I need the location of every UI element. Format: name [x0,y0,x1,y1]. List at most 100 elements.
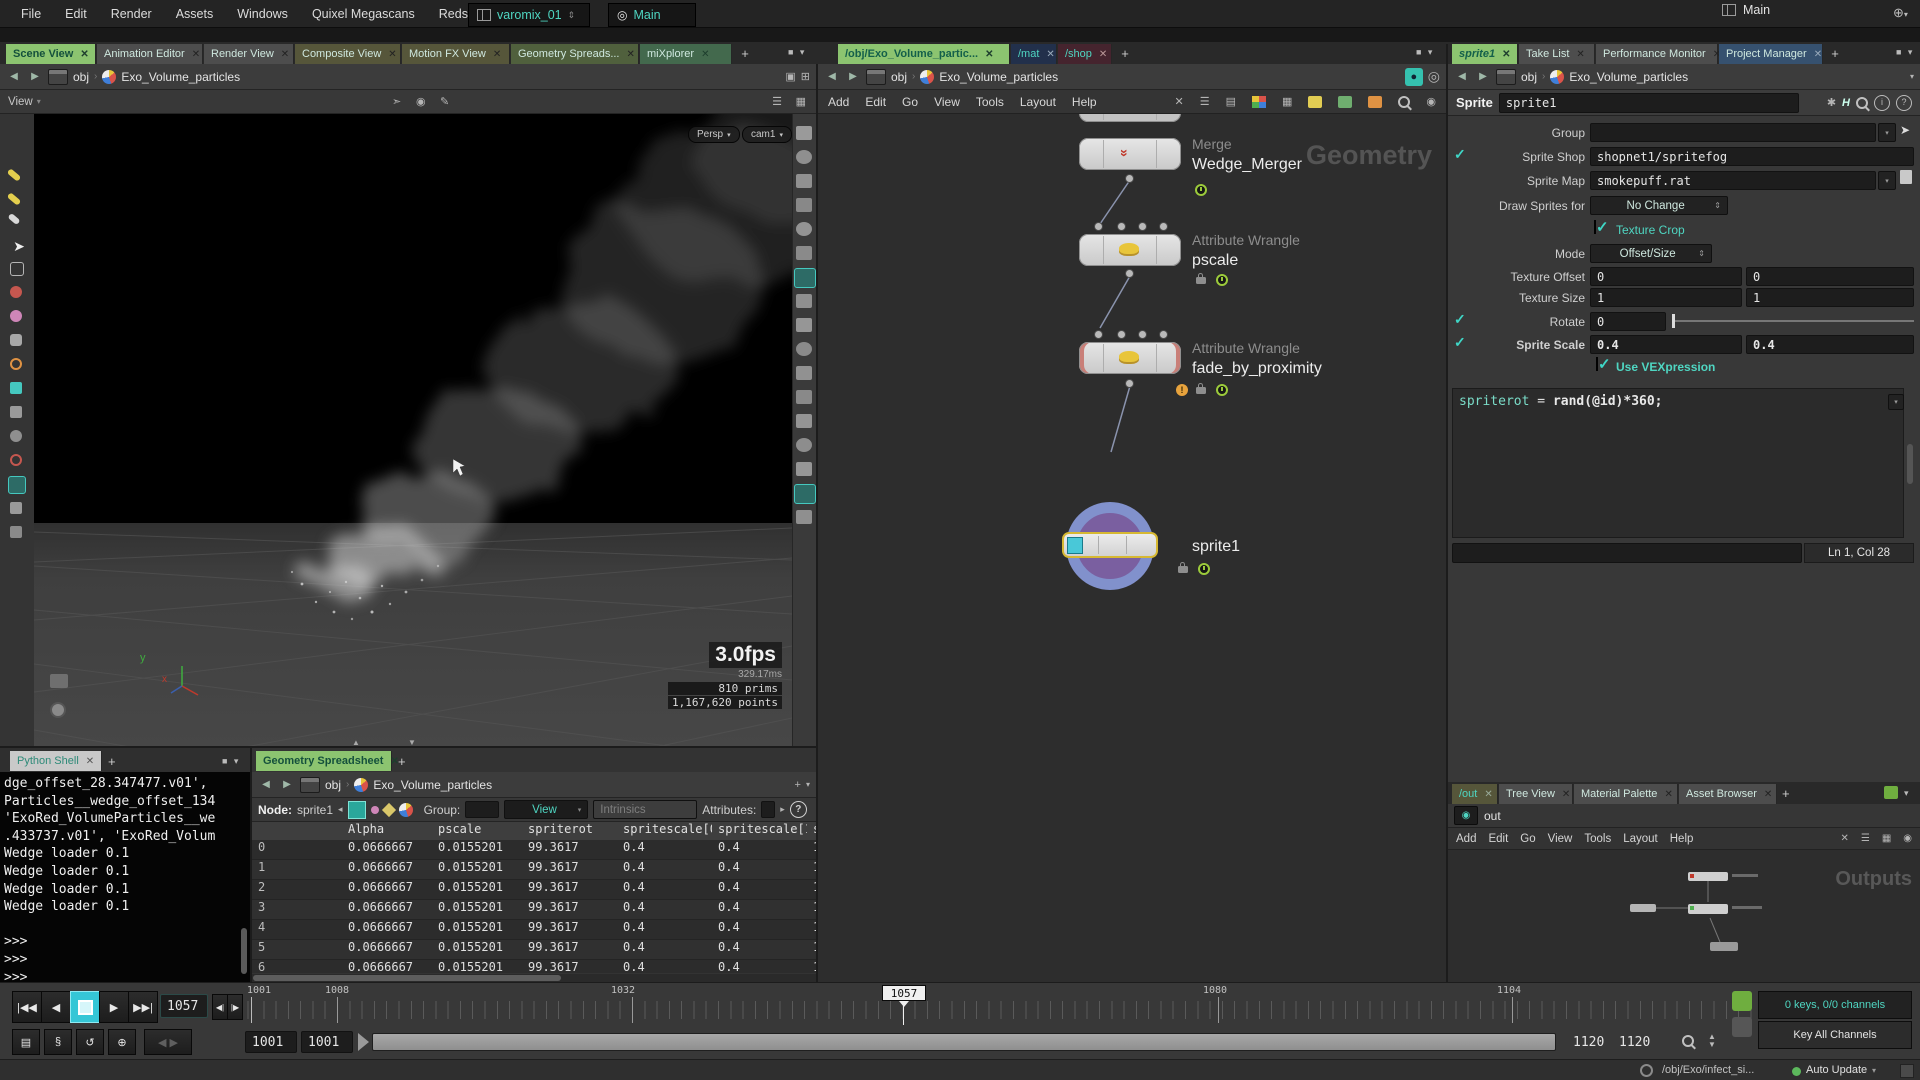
paint-tool-icon[interactable] [10,286,22,298]
forward-icon[interactable]: ▶ [845,69,861,85]
close-icon[interactable]: ✕ [493,49,501,60]
table-row[interactable]: 30.06666670.015520199.36170.40.41 [252,900,816,920]
desktop-selector[interactable]: varomix_01 ⇕ [468,3,590,27]
close-icon[interactable]: ✕ [1664,789,1672,800]
breadcrumb-node[interactable]: Exo_Volume_particles [1569,70,1688,84]
tab-tree-view[interactable]: Tree View✕ [1499,784,1573,804]
out-node[interactable] [1688,904,1728,914]
jump-end-button[interactable]: ▶▶| [128,991,158,1023]
tab-shop[interactable]: /shop✕ [1058,44,1112,64]
search-icon[interactable] [1856,97,1868,109]
close-icon[interactable]: ✕ [1814,49,1822,60]
view-dropdown[interactable]: View▾ [504,800,588,819]
node-sprite1[interactable] [1062,532,1158,558]
tab-render-view[interactable]: Render View✕ [204,44,294,64]
input-connector[interactable] [1094,330,1103,339]
menu-windows[interactable]: Windows [226,0,299,28]
eye-icon[interactable]: ◉ [1903,833,1912,844]
key-icon[interactable] [1732,991,1752,1011]
net-menu-add[interactable]: Add [828,95,849,109]
table-row[interactable]: 00.06666670.015520199.36170.40.41 [252,840,816,860]
menu-edit[interactable]: Edit [54,0,98,28]
display-opt-icon[interactable] [796,294,812,308]
sprite-map-field[interactable]: smokepuff.rat [1590,171,1876,190]
select-circle-icon[interactable]: ◉ [416,95,426,108]
node-pscale[interactable] [1079,234,1181,266]
tab-mixplorer[interactable]: miXplorer✕ [640,44,732,64]
current-frame-marker[interactable]: 1057 [882,985,926,1001]
breadcrumb-root[interactable]: obj [891,70,907,84]
new-tab-button[interactable]: + [1782,786,1790,801]
wrench-icon[interactable]: ✕ [1174,95,1183,108]
attributes-field[interactable] [761,801,775,818]
out-menu-go[interactable]: Go [1520,833,1535,845]
snap-tool-icon[interactable] [10,430,22,442]
table-row[interactable]: 20.06666670.015520199.36170.40.41 [252,880,816,900]
message-log-icon[interactable] [1640,1064,1653,1077]
pane-menu-icon[interactable]: ■ ▾ [1416,47,1434,58]
vertical-splitter[interactable] [250,748,252,982]
palette-icon[interactable] [1252,96,1266,108]
new-tab-button[interactable]: + [1826,44,1844,64]
close-icon[interactable]: ✕ [1099,49,1107,60]
rotate-field[interactable]: 0 [1590,312,1666,331]
net-menu-view[interactable]: View [934,95,960,109]
node-name-field[interactable]: sprite1 [1499,93,1799,113]
pane-link-icon[interactable] [1884,786,1898,799]
spare-tool2-icon[interactable] [10,526,22,538]
help-icon[interactable]: ? [790,801,807,818]
wrench-icon[interactable]: ✕ [1840,833,1848,844]
input-connector[interactable] [1159,222,1168,231]
tab-geometry-spreadsheet[interactable]: Geometry Spreads...✕ [511,44,639,64]
terrain-icon[interactable] [348,801,366,819]
timeline-ruler[interactable]: 1001 1008 1032 1080 1104 1057 [245,985,1920,1027]
forward-icon[interactable]: ▶ [1475,69,1491,85]
warning-badge-icon[interactable]: ! [1176,384,1188,396]
zoom-timeline-icon[interactable] [1682,1035,1694,1047]
tab-python-shell[interactable]: Python Shell✕ [10,751,102,771]
outputs-canvas[interactable]: Outputs [1448,850,1920,982]
texture-crop-checkbox[interactable] [1594,220,1596,234]
grid-icon[interactable]: ▦ [1882,833,1891,844]
rotate-slider[interactable] [1672,314,1914,328]
play-button[interactable]: ▶ [99,991,129,1023]
list-icon[interactable]: ▤ [1226,95,1236,108]
close-icon[interactable]: ✕ [1764,789,1772,800]
group-filter-field[interactable] [465,801,499,818]
channel-icon[interactable] [1732,1017,1752,1037]
close-icon[interactable]: ✕ [627,49,635,60]
pose-tool-icon[interactable] [10,406,22,418]
net-menu-layout[interactable]: Layout [1020,95,1056,109]
prims-icon[interactable] [381,802,395,816]
playback-end-field[interactable]: 1120 [1566,1031,1610,1053]
display-opt-icon[interactable] [796,438,812,452]
desktop-main-selector[interactable]: ◎ Main [608,3,696,27]
realtime-toggle-icon[interactable]: ⊕ [108,1029,136,1055]
breadcrumb-root[interactable]: obj [325,778,341,792]
menu-render[interactable]: Render [100,0,163,28]
pane-menu-icon[interactable]: ■ ▾ [1896,47,1914,58]
net-menu-edit[interactable]: Edit [865,95,886,109]
tab-material-palette[interactable]: Material Palette✕ [1574,784,1678,804]
clock-badge-icon[interactable] [1216,384,1228,396]
forward-icon[interactable]: ▶ [279,777,295,793]
node-name-label[interactable]: sprite1 [1192,538,1240,556]
col-header[interactable]: spritescale[1] [712,822,807,836]
tab-asset-browser[interactable]: Asset Browser✕ [1679,784,1777,804]
hscrollbar-track[interactable] [252,974,816,982]
display-opt-icon[interactable] [796,198,812,212]
close-icon[interactable]: ✕ [1046,49,1054,60]
net-menu-help[interactable]: Help [1072,95,1097,109]
python-shell-output[interactable]: dge_offset_28.347477.v01', Particles__we… [0,772,250,982]
tab-out[interactable]: /out✕ [1452,784,1498,804]
playback-start-field[interactable]: 1001 [301,1031,353,1053]
pane-menu-icon[interactable]: ▾ [1904,788,1911,799]
stop-button[interactable] [70,991,100,1023]
chevron-down-icon[interactable]: ▾ [1872,1066,1876,1075]
handles-icon[interactable] [10,262,24,276]
input-connector[interactable] [1138,222,1147,231]
node-name-label[interactable]: pscale [1192,252,1238,270]
texture-offset-x-field[interactable]: 0 [1590,267,1742,286]
pane-menu-icon[interactable]: ■ ▾ [788,47,806,58]
texture-offset-y-field[interactable]: 0 [1746,267,1914,286]
